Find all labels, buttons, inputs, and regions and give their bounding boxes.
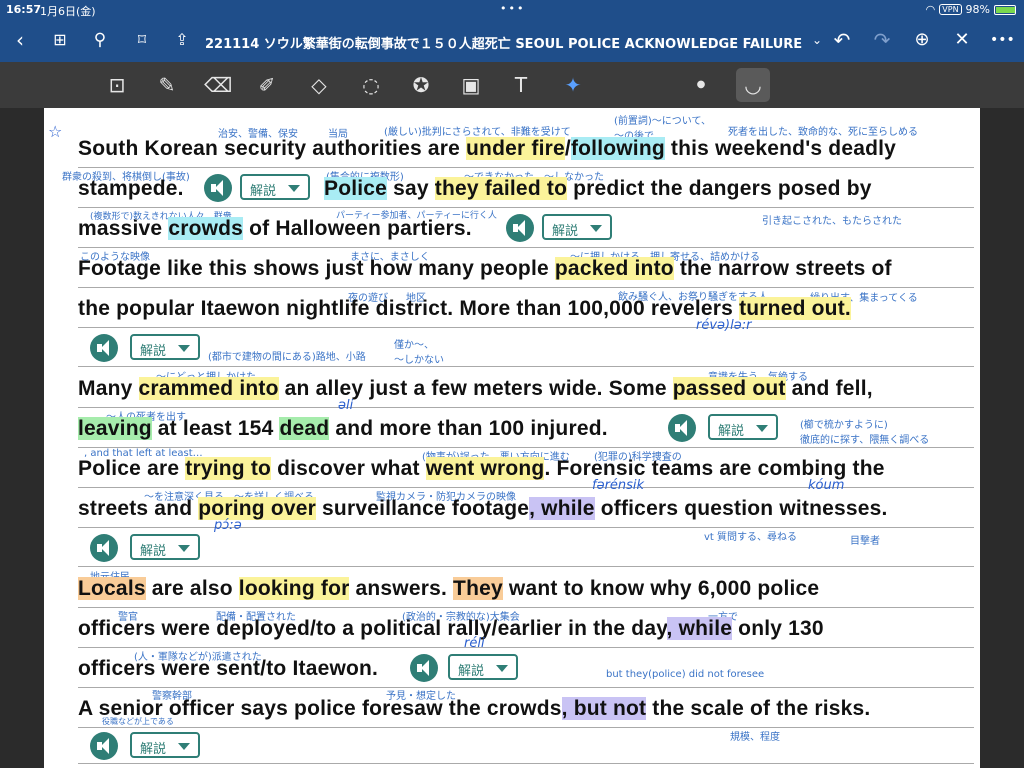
multitask-dots[interactable]: •••	[500, 2, 525, 15]
lasso-icon[interactable]: ◌	[358, 72, 384, 98]
tool-bar: ⊡ ✎ ⌫ ✐ ◇ ◌ ✪ ▣ T ✦ ● ◡	[0, 62, 1024, 108]
ruled-line	[78, 763, 974, 764]
text-line: leaving at least 154 dead and more than …	[78, 417, 608, 440]
ruled-line	[78, 366, 974, 367]
shapes-icon[interactable]: ◇	[306, 72, 332, 98]
handwritten-note: révə)lə:r	[696, 318, 752, 333]
kaisetsu-dropdown[interactable]: 解説	[240, 174, 310, 200]
ruled-line	[78, 287, 974, 288]
highlighter-icon[interactable]: ✐	[254, 72, 280, 98]
speaker-icon[interactable]	[90, 534, 118, 562]
close-icon[interactable]: ✕	[950, 28, 974, 52]
text-line: A senior officer says police foresaw the…	[78, 697, 871, 720]
document-title[interactable]: 221114 ソウル繁華街の転倒事故で１５０人超死亡 SEOUL POLICE …	[205, 33, 805, 52]
sticker-icon[interactable]: ✪	[408, 72, 434, 98]
annotation: 死者を出した、致命的な、死に至らしめる	[728, 127, 918, 138]
text-tool-icon[interactable]: T	[508, 72, 534, 98]
wifi-icon: ◠	[925, 3, 936, 16]
ruled-line	[78, 607, 974, 608]
ruled-line	[78, 407, 974, 408]
handwritten-note: əli	[338, 398, 354, 413]
text-line: Many crammed into an alley just a few me…	[78, 377, 873, 400]
text-line: stampede.	[78, 177, 184, 200]
ruled-line	[78, 727, 974, 728]
redo-icon[interactable]: ↷	[870, 28, 894, 52]
status-date: 1月6日(金)	[40, 5, 96, 18]
speaker-icon[interactable]	[90, 334, 118, 362]
ruled-line	[78, 527, 974, 528]
handwritten-note: kóum	[808, 478, 845, 493]
kaisetsu-dropdown[interactable]: 解説	[542, 214, 612, 240]
status-time: 16:57	[6, 3, 42, 16]
nav-bar: ‹ ⊞ ⚲ ⌑ ⇪ 221114 ソウル繁華街の転倒事故で１５０人超死亡 SEO…	[0, 20, 1024, 62]
grid-icon[interactable]: ⊞	[48, 28, 72, 52]
eraser-icon[interactable]: ⌫	[204, 72, 232, 98]
ruled-line	[78, 327, 974, 328]
pen-icon[interactable]: ✎	[154, 72, 180, 98]
annotation: 目撃者	[850, 536, 880, 547]
vpn-badge: VPN	[939, 4, 962, 15]
laser-pointer-icon[interactable]: ✦	[560, 72, 586, 98]
text-line: officers were deployed/to a political ra…	[78, 617, 824, 640]
speaker-icon[interactable]	[90, 732, 118, 760]
text-line: officers were sent/to Itaewon.	[78, 657, 379, 680]
image-icon[interactable]: ▣	[458, 72, 484, 98]
ruled-line	[78, 566, 974, 567]
text-line: streets and poring over surveillance foo…	[78, 497, 888, 520]
battery-icon	[994, 4, 1016, 15]
zoom-tool-icon[interactable]: ⊡	[104, 72, 130, 98]
annotation: (櫛で梳かすように) 徹底的に探す、隈無く調べる	[800, 420, 930, 446]
search-icon[interactable]: ⚲	[88, 28, 112, 52]
text-line: South Korean security authorities are un…	[78, 137, 897, 160]
ruled-line	[78, 207, 974, 208]
status-right: ◠ VPN 98%	[926, 3, 1016, 16]
text-line: Locals are also looking for answers. The…	[78, 577, 820, 600]
text-line: Footage like this shows just how many pe…	[78, 257, 892, 280]
annotation: (都市で建物の間にある)路地、小路	[208, 352, 366, 363]
battery-percent: 98%	[965, 3, 990, 16]
note-page[interactable]: ☆ 治安、警備、保安 当局 (厳しい)批判にさらされて、非難を受けて (前置詞)…	[44, 108, 980, 768]
status-bar: 16:57 1月6日(金) ••• ◠ VPN 98%	[0, 0, 1024, 20]
kaisetsu-dropdown[interactable]: 解説	[130, 334, 200, 360]
add-page-icon[interactable]: ⊕	[910, 28, 934, 52]
dot-size-icon[interactable]: ●	[688, 72, 714, 98]
more-icon[interactable]: •••	[990, 28, 1015, 52]
bookmark-icon[interactable]: ⌑	[130, 28, 154, 52]
star-mark-icon: ☆	[48, 122, 63, 141]
ruled-line	[78, 247, 974, 248]
speaker-icon[interactable]	[204, 174, 232, 202]
speaker-icon[interactable]	[668, 414, 696, 442]
kaisetsu-dropdown[interactable]: 解説	[130, 534, 200, 560]
annotation: (厳しい)批判にさらされて、非難を受けて	[384, 127, 571, 138]
undo-icon[interactable]: ↶	[830, 28, 854, 52]
text-line: massive crowds of Halloween partiers.	[78, 217, 472, 240]
speaker-icon[interactable]	[410, 654, 438, 682]
annotation: 僅か〜、 〜しかない	[394, 340, 444, 366]
kaisetsu-dropdown[interactable]: 解説	[130, 732, 200, 758]
annotation: but they(police) did not foresee	[606, 669, 765, 680]
text-line: Police say they failed to predict the da…	[324, 177, 872, 200]
speaker-icon[interactable]	[506, 214, 534, 242]
handwritten-note: pɔ́ːə	[214, 518, 242, 533]
annotation: 規模、程度	[730, 732, 780, 743]
kaisetsu-dropdown[interactable]: 解説	[448, 654, 518, 680]
annotation: vt 質問する、尋ねる	[704, 532, 798, 543]
stroke-style-icon[interactable]: ◡	[736, 68, 770, 102]
back-icon[interactable]: ‹	[8, 28, 32, 52]
annotation: 引き起こされた、もたらされた	[762, 216, 902, 227]
chevron-down-icon[interactable]: ⌄	[805, 28, 829, 52]
kaisetsu-dropdown[interactable]: 解説	[708, 414, 778, 440]
ruled-line	[78, 687, 974, 688]
handwritten-note: réli	[464, 636, 485, 651]
text-line: Police are trying to discover what went …	[78, 457, 885, 480]
handwritten-note: fərénsik	[592, 478, 645, 493]
share-icon[interactable]: ⇪	[170, 28, 194, 52]
